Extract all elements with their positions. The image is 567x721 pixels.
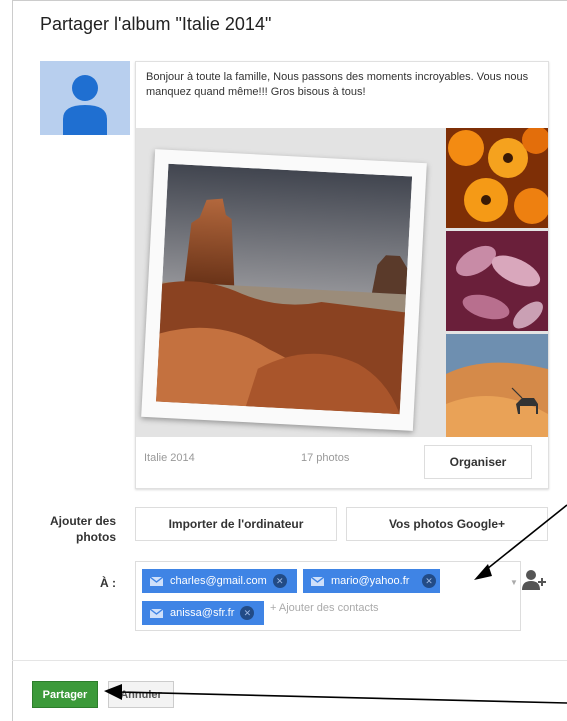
annotation-arrows	[104, 504, 567, 704]
